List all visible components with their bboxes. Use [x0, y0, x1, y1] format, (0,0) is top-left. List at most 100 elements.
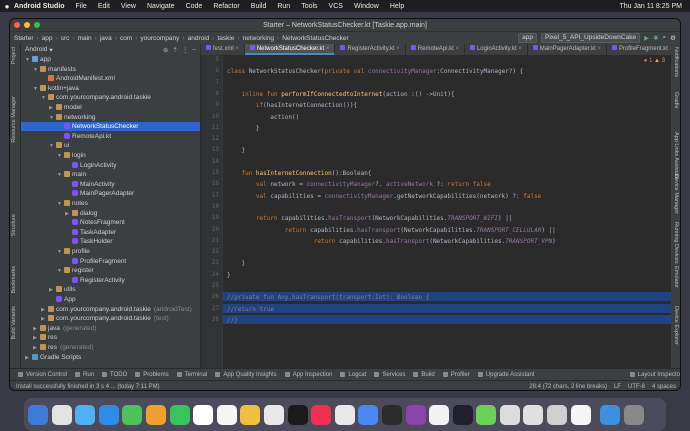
editor-tab[interactable]: NetworkStatusChecker.kt × [244, 44, 336, 55]
tool-layout-inspector[interactable]: Layout Inspector [629, 372, 680, 378]
code-line[interactable]: //return true [227, 305, 274, 314]
dock-app-icon[interactable] [570, 404, 591, 425]
tool-window-app-links-assistant[interactable]: App Links Assistant [673, 132, 679, 180]
folder-item[interactable]: ▶ model [21, 103, 200, 112]
folder-item[interactable]: ▶ utils [21, 285, 200, 294]
debug-icon[interactable]: ✱ [653, 34, 658, 42]
tool-window-notifications[interactable]: Notifications [673, 47, 679, 77]
tool-app-quality-insights[interactable]: App Quality Insights [215, 372, 277, 378]
indent-setting[interactable]: 4 spaces [652, 384, 676, 390]
editor-tab[interactable]: RegisterActivity.kt × [335, 44, 406, 55]
file-item[interactable]: TaskHolder [21, 237, 200, 246]
close-icon[interactable]: × [395, 46, 400, 52]
code-line[interactable]: val capabilities = connectivityManager.g… [227, 192, 541, 201]
code-line[interactable]: } [227, 124, 260, 133]
project-view-select[interactable]: Android [25, 46, 47, 53]
close-icon[interactable]: × [517, 46, 522, 52]
locate-icon[interactable]: ⊕ [163, 46, 168, 54]
dock-app-icon[interactable] [51, 404, 72, 425]
file-item[interactable]: App [21, 295, 200, 304]
code-line[interactable]: } [227, 259, 245, 268]
tool-build[interactable]: Build [413, 372, 435, 378]
code-line[interactable]: val network = connectivityManager?. acti… [227, 180, 491, 189]
code-line[interactable]: return capabilities.hasTransport(Network… [227, 237, 556, 246]
code-line[interactable]: } [227, 271, 231, 280]
folder-item[interactable]: ▼ profile [21, 247, 200, 256]
folder-item[interactable]: ▼ main [21, 170, 200, 179]
tool-services[interactable]: Services [374, 372, 405, 378]
file-item[interactable]: MainPagerAdapter [21, 189, 200, 198]
code-line[interactable]: fun hasInternetConnection():Boolean{ [227, 169, 371, 178]
file-item[interactable]: LoginActivity [21, 161, 200, 170]
line-separator[interactable]: LF [614, 384, 621, 390]
dock-app-icon[interactable] [523, 404, 544, 425]
folder-item[interactable]: ▶ com.yourcompany.android.taskie (test) [21, 314, 200, 323]
tool-window-project[interactable]: Project [11, 47, 17, 64]
inspection-widget[interactable]: ● 1 ▲ 3 [644, 58, 665, 64]
menu-run[interactable]: Run [277, 3, 290, 10]
folder-item[interactable]: ▼ com.yourcompany.android.taskie [21, 93, 200, 102]
code-line[interactable]: return capabilities.hasTransport(Network… [227, 214, 513, 223]
chevron-down-icon[interactable]: ▾ [49, 46, 52, 54]
device-select[interactable]: Pixel_5_API_UpsideDownCake [541, 33, 641, 43]
editor-tab[interactable]: MainPagerAdapter.kt × [528, 44, 607, 55]
menu-build[interactable]: Build [251, 3, 267, 10]
caret-position[interactable]: 28:4 (72 chars, 2 line breaks) [529, 384, 607, 390]
dock-app-icon[interactable] [452, 404, 473, 425]
search-icon[interactable]: ⌕ [663, 34, 667, 42]
run-config-select[interactable]: app [518, 33, 538, 43]
menu-view[interactable]: View [121, 3, 136, 10]
dock-app-icon[interactable] [216, 404, 237, 425]
dock-app-icon[interactable] [499, 404, 520, 425]
folder-item[interactable]: ▼ networking [21, 113, 200, 122]
file-item[interactable]: MainActivity [21, 180, 200, 189]
close-icon[interactable]: × [234, 46, 239, 52]
tool-window-gradle[interactable]: Gradle [673, 92, 679, 109]
folder-item[interactable]: ▼ manifests [21, 65, 200, 74]
tool-window-build-variants[interactable]: Build Variants [11, 306, 17, 340]
dock-app-icon[interactable] [263, 404, 284, 425]
dock-app-icon[interactable] [28, 404, 48, 425]
menu-app-name[interactable]: Android Studio [14, 3, 65, 10]
close-icon[interactable]: × [596, 46, 601, 52]
breadcrumb-item[interactable]: main [78, 35, 92, 42]
folder-item[interactable]: ▼ kotlin+java [21, 84, 200, 93]
folder-item[interactable]: ▶ Gradle Scripts [21, 353, 200, 362]
code-line[interactable]: } [227, 146, 245, 155]
close-icon[interactable]: × [668, 46, 671, 52]
dock-app-icon[interactable] [429, 404, 450, 425]
menu-window[interactable]: Window [354, 3, 379, 10]
tool-terminal[interactable]: Terminal [176, 372, 207, 378]
editor-tab[interactable]: RemoteApi.kt × [406, 44, 465, 55]
menu-help[interactable]: Help [390, 3, 404, 10]
menu-code[interactable]: Code [186, 3, 203, 10]
folder-item[interactable]: ▼ ui [21, 141, 200, 150]
dock-app-icon[interactable] [169, 404, 190, 425]
code-editor[interactable]: 5 6 7 8 9 10 11 12 13 14 15 16 17 18 19 20 21 22 23 24 25 26 2… [201, 55, 671, 368]
tool-window-device-manager[interactable]: Device Manager [673, 174, 679, 214]
file-item[interactable]: ProfileFragment [21, 257, 200, 266]
tool-version-control[interactable]: Version Control [18, 372, 67, 378]
tool-logcat[interactable]: Logcat [340, 372, 366, 378]
apple-icon[interactable]: ● [0, 2, 14, 11]
dock-app-icon[interactable] [476, 404, 497, 425]
code-line[interactable]: //} [227, 316, 238, 325]
breadcrumb-item[interactable]: taskie [217, 35, 234, 42]
tool-window-structure[interactable]: Structure [11, 214, 17, 236]
dock-app-icon[interactable] [547, 404, 568, 425]
file-item[interactable]: RemoteApi.kt [21, 132, 200, 141]
breadcrumb-item[interactable]: NetworkStatusChecker [282, 35, 348, 42]
dock-app-icon[interactable] [240, 404, 261, 425]
code-line[interactable]: class NetworkStatusChecker(private val c… [227, 67, 523, 76]
folder-item[interactable]: ▶ java (generated) [21, 324, 200, 333]
menu-edit[interactable]: Edit [98, 3, 110, 10]
editor-tab[interactable]: LoginActivity.kt × [465, 44, 528, 55]
code-line[interactable]: action() [227, 113, 299, 122]
run-icon[interactable]: ▶ [644, 34, 649, 42]
menu-vcs[interactable]: VCS [329, 3, 343, 10]
breadcrumb-item[interactable]: Starter [14, 35, 34, 42]
menu-refactor[interactable]: Refactor [213, 3, 239, 10]
breadcrumb-item[interactable]: java [100, 35, 112, 42]
file-item[interactable]: NetworkStatusChecker [21, 122, 200, 132]
dock-app-icon[interactable] [334, 404, 355, 425]
